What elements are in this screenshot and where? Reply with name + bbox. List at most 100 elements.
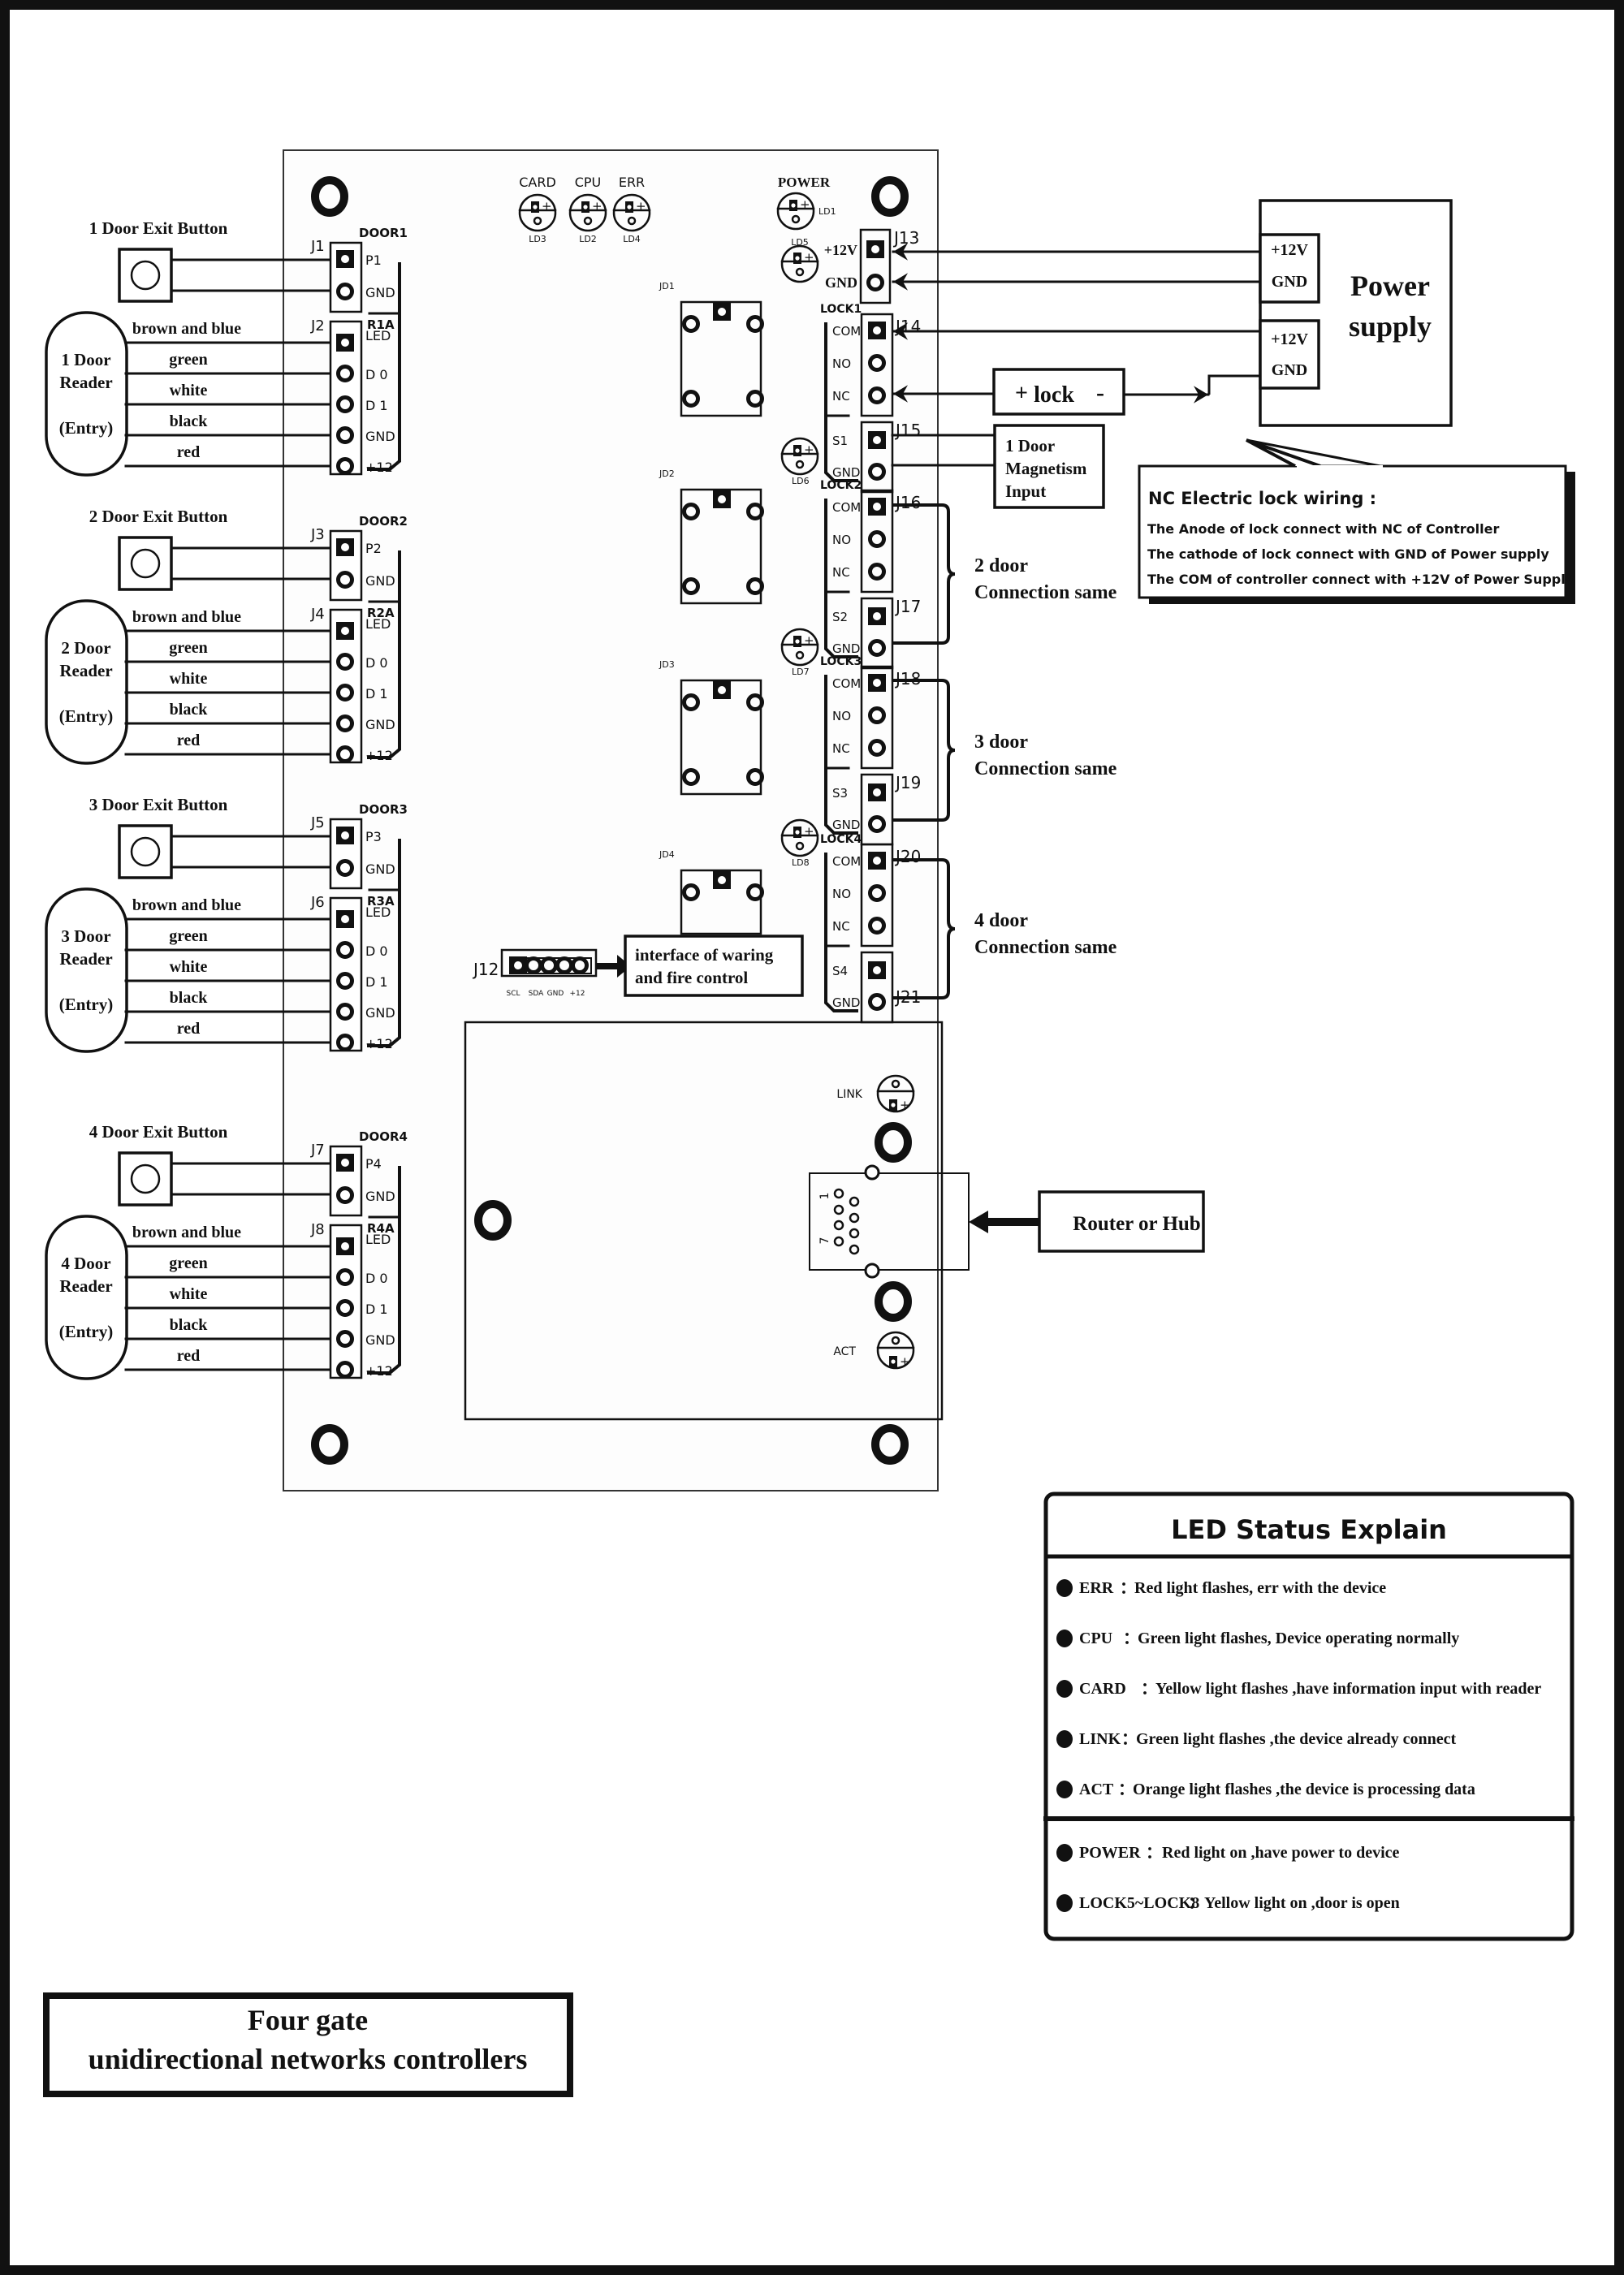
pin-label: D 1 <box>365 974 388 990</box>
lock-name: LOCK1 <box>820 303 862 316</box>
square-pad-icon <box>868 431 886 449</box>
pin-label: GND <box>365 1005 395 1021</box>
led-key: LOCK5~LOCK8 <box>1079 1894 1199 1912</box>
power-supply-title: supply <box>1349 310 1432 343</box>
pad-hole <box>873 436 881 444</box>
pin-label: COM <box>832 854 861 869</box>
led-sep: ： <box>1123 1630 1139 1647</box>
pin-label: LED <box>365 616 391 632</box>
wire-color-label: brown and blue <box>132 608 241 626</box>
pin-label: P4 <box>365 1156 382 1172</box>
pin-label: NO <box>832 709 851 723</box>
led-status-row: LINK ：Green light flashes ,the device alr… <box>1056 1730 1457 1748</box>
lock-name: LOCK2 <box>820 479 862 492</box>
reader-label: 4 Door <box>61 1254 110 1273</box>
square-pad-icon <box>868 607 886 625</box>
led-sep: ： <box>1188 1894 1204 1912</box>
pad-hole <box>873 966 881 974</box>
controller-board: CARD+LD3CPU+LD2ERR+LD4POWER+ LD1LD5+J13+1… <box>283 149 970 1491</box>
square-pad-icon <box>336 827 354 844</box>
led-anode-hole <box>795 448 800 453</box>
led-desc: Red light flashes, err with the device <box>1134 1579 1386 1597</box>
reader-label: Reader <box>59 661 112 680</box>
callout-title: NC Electric lock wiring : <box>1148 489 1376 508</box>
pad-hole <box>341 339 349 347</box>
led-anode-hole <box>627 205 632 209</box>
reader-4: 4 Door Reader (Entry) <box>45 1215 128 1380</box>
relay-ref: JD1 <box>659 281 675 291</box>
square-pad-icon <box>336 910 354 928</box>
terminal-label: +12V <box>1271 330 1308 348</box>
connector-ref: J3 <box>310 526 325 543</box>
pad-hole <box>718 686 726 694</box>
reader-body <box>45 1215 128 1380</box>
plus-sign: + <box>804 633 814 648</box>
pad-hole <box>873 857 881 865</box>
title-line2: unidirectional networks controllers <box>89 2043 528 2075</box>
connector-ref: J20 <box>894 847 921 866</box>
pin-label: +12 <box>365 1036 393 1051</box>
wire-color-label: black <box>170 701 209 719</box>
led-anode-hole <box>791 203 796 208</box>
connector-ref: J19 <box>894 773 921 792</box>
j12-pin-label: +12 <box>570 990 585 998</box>
lock-minus: - <box>1096 379 1104 406</box>
led-anode-hole <box>891 1103 896 1107</box>
pin-label: NC <box>832 741 850 756</box>
plus-sign: + <box>592 199 603 214</box>
connector-ref: J15 <box>894 421 921 440</box>
pin-label: D 1 <box>365 686 388 701</box>
led-label: CARD <box>519 175 556 190</box>
plus-sign: + <box>636 199 646 214</box>
connector-ref: J6 <box>310 894 325 911</box>
relay-ref: JD4 <box>659 849 675 860</box>
reader-body <box>45 311 128 477</box>
pad-hole <box>873 503 881 511</box>
terminal-label: GND <box>1272 273 1307 291</box>
terminal-label: +12V <box>1271 241 1308 259</box>
plus-sign: + <box>800 197 810 212</box>
bullet-icon <box>1056 1579 1073 1597</box>
pin-label: GND <box>365 429 395 444</box>
wire-color-label: red <box>177 1020 201 1038</box>
power-supply-title: Power <box>1350 270 1430 302</box>
plus-sign: + <box>900 1354 910 1369</box>
magnetism-label: Input <box>1005 481 1046 501</box>
router-label: Router or Hub <box>1073 1213 1200 1235</box>
square-pad-icon <box>336 538 354 556</box>
led-anode-hole <box>533 205 538 209</box>
exit-button-label: 2 Door Exit Button <box>89 507 228 526</box>
pin-label: GND <box>365 285 395 300</box>
status-leds: CARD + LD3 CPU + LD2 ERR + LD4 <box>518 175 651 244</box>
led-key: LINK <box>1079 1730 1121 1748</box>
square-pad-icon <box>713 303 731 321</box>
pin-label: COM <box>832 500 861 515</box>
connection-same-line2: Connection same <box>974 937 1117 958</box>
led-status-row: POWER ： Red light on ,have power to device <box>1056 1844 1400 1862</box>
door-name: DOOR1 <box>359 226 408 240</box>
square-pad-icon <box>713 490 731 508</box>
pad-hole <box>341 1242 349 1250</box>
pin-label: COM <box>832 676 861 691</box>
connector-ref: J2 <box>310 317 325 335</box>
pad-hole <box>718 876 726 884</box>
square-pad-icon <box>336 1237 354 1255</box>
callout-line: The Anode of lock connect with NC of Con… <box>1147 521 1499 537</box>
pin-label: LED <box>365 1232 391 1247</box>
wire-color-label: red <box>177 1347 201 1365</box>
wiring-diagram: CARD+LD3CPU+LD2ERR+LD4POWER+ LD1LD5+J13+1… <box>0 0 1624 2275</box>
square-pad-icon <box>868 322 886 339</box>
square-pad-icon <box>336 250 354 268</box>
pad-hole <box>873 612 881 620</box>
reader-label: Reader <box>59 1276 112 1296</box>
square-pad-icon <box>868 961 886 979</box>
led-anode-hole <box>795 830 800 835</box>
pin-label: GND <box>832 995 860 1010</box>
reader-3: 3 Door Reader (Entry) <box>45 887 128 1053</box>
led-label: ACT <box>833 1345 856 1358</box>
pin-label: GND <box>832 641 860 656</box>
pad-hole <box>718 495 726 503</box>
pin-label: NC <box>832 565 850 580</box>
led-label: ERR <box>619 175 645 190</box>
square-pad-icon <box>336 1154 354 1172</box>
